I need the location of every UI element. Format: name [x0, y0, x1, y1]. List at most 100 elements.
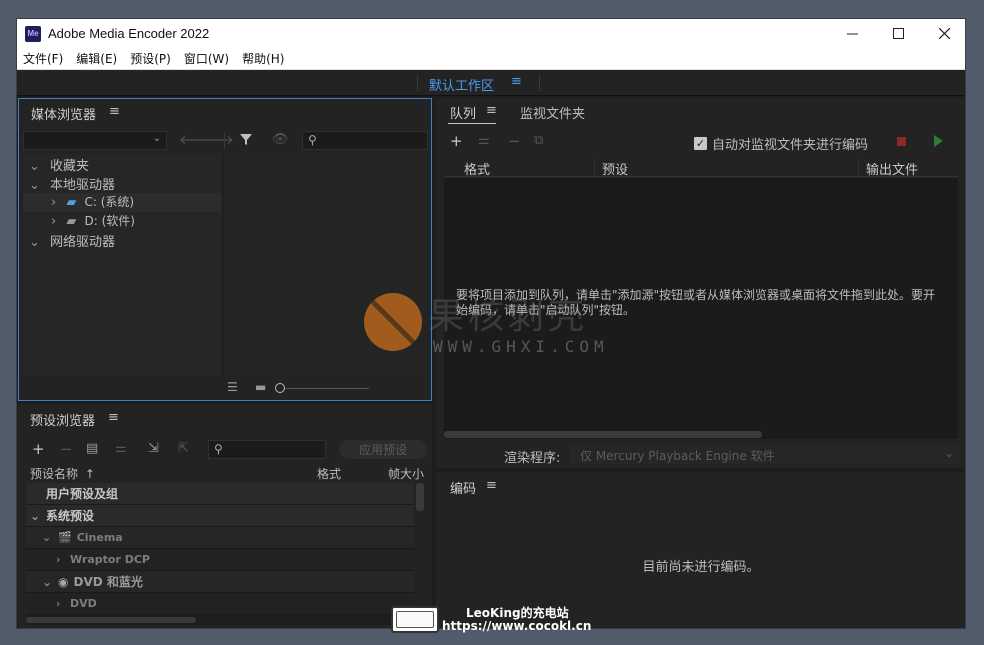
column-output-header[interactable]: 输出文件 [866, 159, 918, 178]
zoom-slider[interactable] [285, 388, 369, 389]
chevron-down-icon: ⌄ [30, 508, 41, 523]
encoding-title: 编码 [450, 482, 477, 497]
drive-icon: ▰ [66, 214, 77, 229]
tree-item-local-drives[interactable]: ⌄ 本地驱动器 [29, 174, 115, 193]
stop-queue-icon[interactable] [897, 137, 906, 146]
tree-item-drive-c[interactable]: › ▰ C: (系统) [23, 193, 222, 212]
workspace-menu-icon[interactable]: ≡ [511, 74, 522, 89]
media-browser-panel: 媒体浏览器 ≡ ⌄ 🡐 🡒 👁 ⚲ ⌄ 收藏夹 ⌄ 本地驱动器 › ▰ C: (… [18, 98, 432, 401]
sort-up-icon: ↑ [84, 467, 95, 481]
list-item[interactable]: › DVD [26, 593, 414, 615]
checkbox-label: 自动对监视文件夹进行编码 [712, 138, 869, 153]
view-icon[interactable]: 👁 [272, 132, 289, 147]
column-format-header[interactable]: 格式 [464, 159, 490, 178]
add-preset-icon[interactable]: + [32, 440, 45, 458]
thumbnail-view-icon[interactable]: ▬ [255, 380, 266, 394]
preset-list: 用户预设及组 ⌄ 系统预设 ⌄ 🎬 Cinema › Wraptor DCP ⌄… [26, 483, 414, 625]
chevron-down-icon: ⌄ [29, 178, 40, 193]
list-item[interactable]: ⌄ 系统预设 [26, 505, 414, 527]
import-preset-icon[interactable]: ⇲ [148, 441, 159, 456]
preset-browser-panel: 预设浏览器 ≡ + − ▤ ⚌ ⇲ ⇱ ⚲ 应用预设 预设名称 ↑ 格式 帧大小… [18, 404, 432, 628]
tree-item-drive-d[interactable]: › ▰ D: (软件) [51, 212, 135, 229]
chevron-down-icon: ⌄ [943, 446, 954, 460]
row-label: Cinema [76, 531, 123, 544]
search-icon: ⚲ [214, 442, 223, 456]
apply-preset-button[interactable]: 应用预设 [339, 440, 427, 459]
renderer-dropdown[interactable]: 仅 Mercury Playback Engine 软件 ⌄ [570, 444, 960, 464]
location-dropdown[interactable]: ⌄ [23, 131, 167, 150]
queue-column-headers: 格式 预设 输出文件 [444, 158, 958, 178]
row-label: 用户预设及组 [46, 487, 119, 501]
chevron-right-icon: › [51, 214, 57, 229]
panel-menu-icon[interactable]: ≡ [486, 478, 497, 493]
file-list-area [224, 154, 429, 376]
divider [858, 158, 859, 176]
divider [417, 75, 418, 91]
media-search-input[interactable]: ⚲ [302, 131, 428, 150]
title-bar: Me Adobe Media Encoder 2022 [17, 19, 965, 48]
forward-arrow-icon[interactable]: 🡒 [199, 132, 234, 148]
chevron-right-icon: › [51, 195, 57, 210]
list-item[interactable]: ⌄ ◉ DVD 和蓝光 [26, 571, 414, 593]
horizontal-scrollbar[interactable] [444, 431, 762, 438]
menu-bar: 文件(F) 编辑(E) 预设(P) 窗口(W) 帮助(H) [17, 48, 965, 70]
panel-menu-icon[interactable]: ≡ [486, 103, 497, 118]
menu-edit[interactable]: 编辑(E) [70, 50, 124, 67]
tree-label: D: (软件) [84, 214, 135, 228]
column-preset-header[interactable]: 预设 [602, 159, 628, 178]
menu-help[interactable]: 帮助(H) [236, 50, 291, 67]
list-view-icon[interactable]: ☰ [227, 380, 238, 394]
tree-item-favorites[interactable]: ⌄ 收藏夹 [29, 155, 89, 174]
filter-icon[interactable] [239, 132, 253, 150]
list-item[interactable]: ⌄ 🎬 Cinema [26, 527, 414, 549]
remove-item-icon[interactable]: − [508, 132, 521, 150]
list-item[interactable]: › Wraptor DCP [26, 549, 414, 571]
renderer-value: 仅 Mercury Playback Engine 软件 [580, 449, 775, 463]
remove-preset-icon[interactable]: − [60, 440, 73, 458]
workspace-default-tab[interactable]: 默认工作区 [429, 75, 494, 94]
panel-menu-icon[interactable]: ≡ [108, 410, 119, 425]
preset-settings-icon[interactable]: ⚌ [115, 441, 127, 456]
queue-panel: 队列 ≡ 监视文件夹 + ⚌ − ⧉ ✓ 自动对监视文件夹进行编码 格式 预设 … [436, 98, 965, 468]
chevron-down-icon: ⌄ [152, 133, 161, 144]
tree-label: 收藏夹 [50, 159, 90, 174]
menu-file[interactable]: 文件(F) [17, 50, 70, 67]
minimize-button[interactable] [829, 19, 875, 48]
preset-search-input[interactable]: ⚲ [208, 440, 326, 459]
divider [539, 75, 540, 91]
menu-preset[interactable]: 预设(P) [124, 50, 178, 67]
maximize-icon [892, 28, 904, 39]
row-label: 系统预设 [46, 509, 95, 523]
export-preset-icon[interactable]: ⇱ [178, 441, 189, 456]
divider [594, 158, 595, 176]
preset-browser-title: 预设浏览器 [30, 414, 96, 429]
auto-encode-checkbox[interactable]: ✓ 自动对监视文件夹进行编码 [694, 134, 868, 153]
close-window-button[interactable] [921, 19, 965, 48]
column-format-header[interactable]: 格式 [317, 465, 341, 482]
tab-queue[interactable]: 队列 [450, 103, 476, 122]
new-group-icon[interactable]: ▤ [86, 441, 98, 456]
start-queue-icon[interactable] [934, 135, 943, 147]
zoom-slider-handle[interactable] [275, 383, 285, 393]
list-item[interactable]: 用户预设及组 [26, 483, 414, 505]
minimize-icon [846, 33, 858, 35]
vertical-scrollbar[interactable] [416, 483, 424, 511]
horizontal-scrollbar[interactable] [26, 617, 196, 623]
column-name-header[interactable]: 预设名称 ↑ [30, 465, 95, 482]
queue-list-area[interactable]: 要将项目添加到队列，请单击"添加源"按钮或者从媒体浏览器或桌面将文件拖到此处。要… [444, 178, 958, 439]
tree-label: 本地驱动器 [50, 178, 116, 193]
duplicate-icon[interactable]: ⧉ [534, 133, 543, 148]
close-icon [938, 28, 950, 39]
tab-watch-folders[interactable]: 监视文件夹 [520, 103, 585, 122]
queue-settings-icon[interactable]: ⚌ [478, 133, 490, 148]
panel-menu-icon[interactable]: ≡ [109, 104, 120, 119]
maximize-button[interactable] [875, 19, 921, 48]
column-label: 预设名称 [30, 467, 79, 481]
divider [224, 133, 225, 149]
add-source-icon[interactable]: + [450, 132, 463, 150]
window-title: Adobe Media Encoder 2022 [48, 26, 210, 41]
chevron-down-icon: ⌄ [29, 235, 40, 250]
tree-item-network-drives[interactable]: ⌄ 网络驱动器 [29, 231, 115, 250]
menu-window[interactable]: 窗口(W) [178, 50, 236, 67]
column-frame-header[interactable]: 帧大小 [388, 465, 424, 482]
